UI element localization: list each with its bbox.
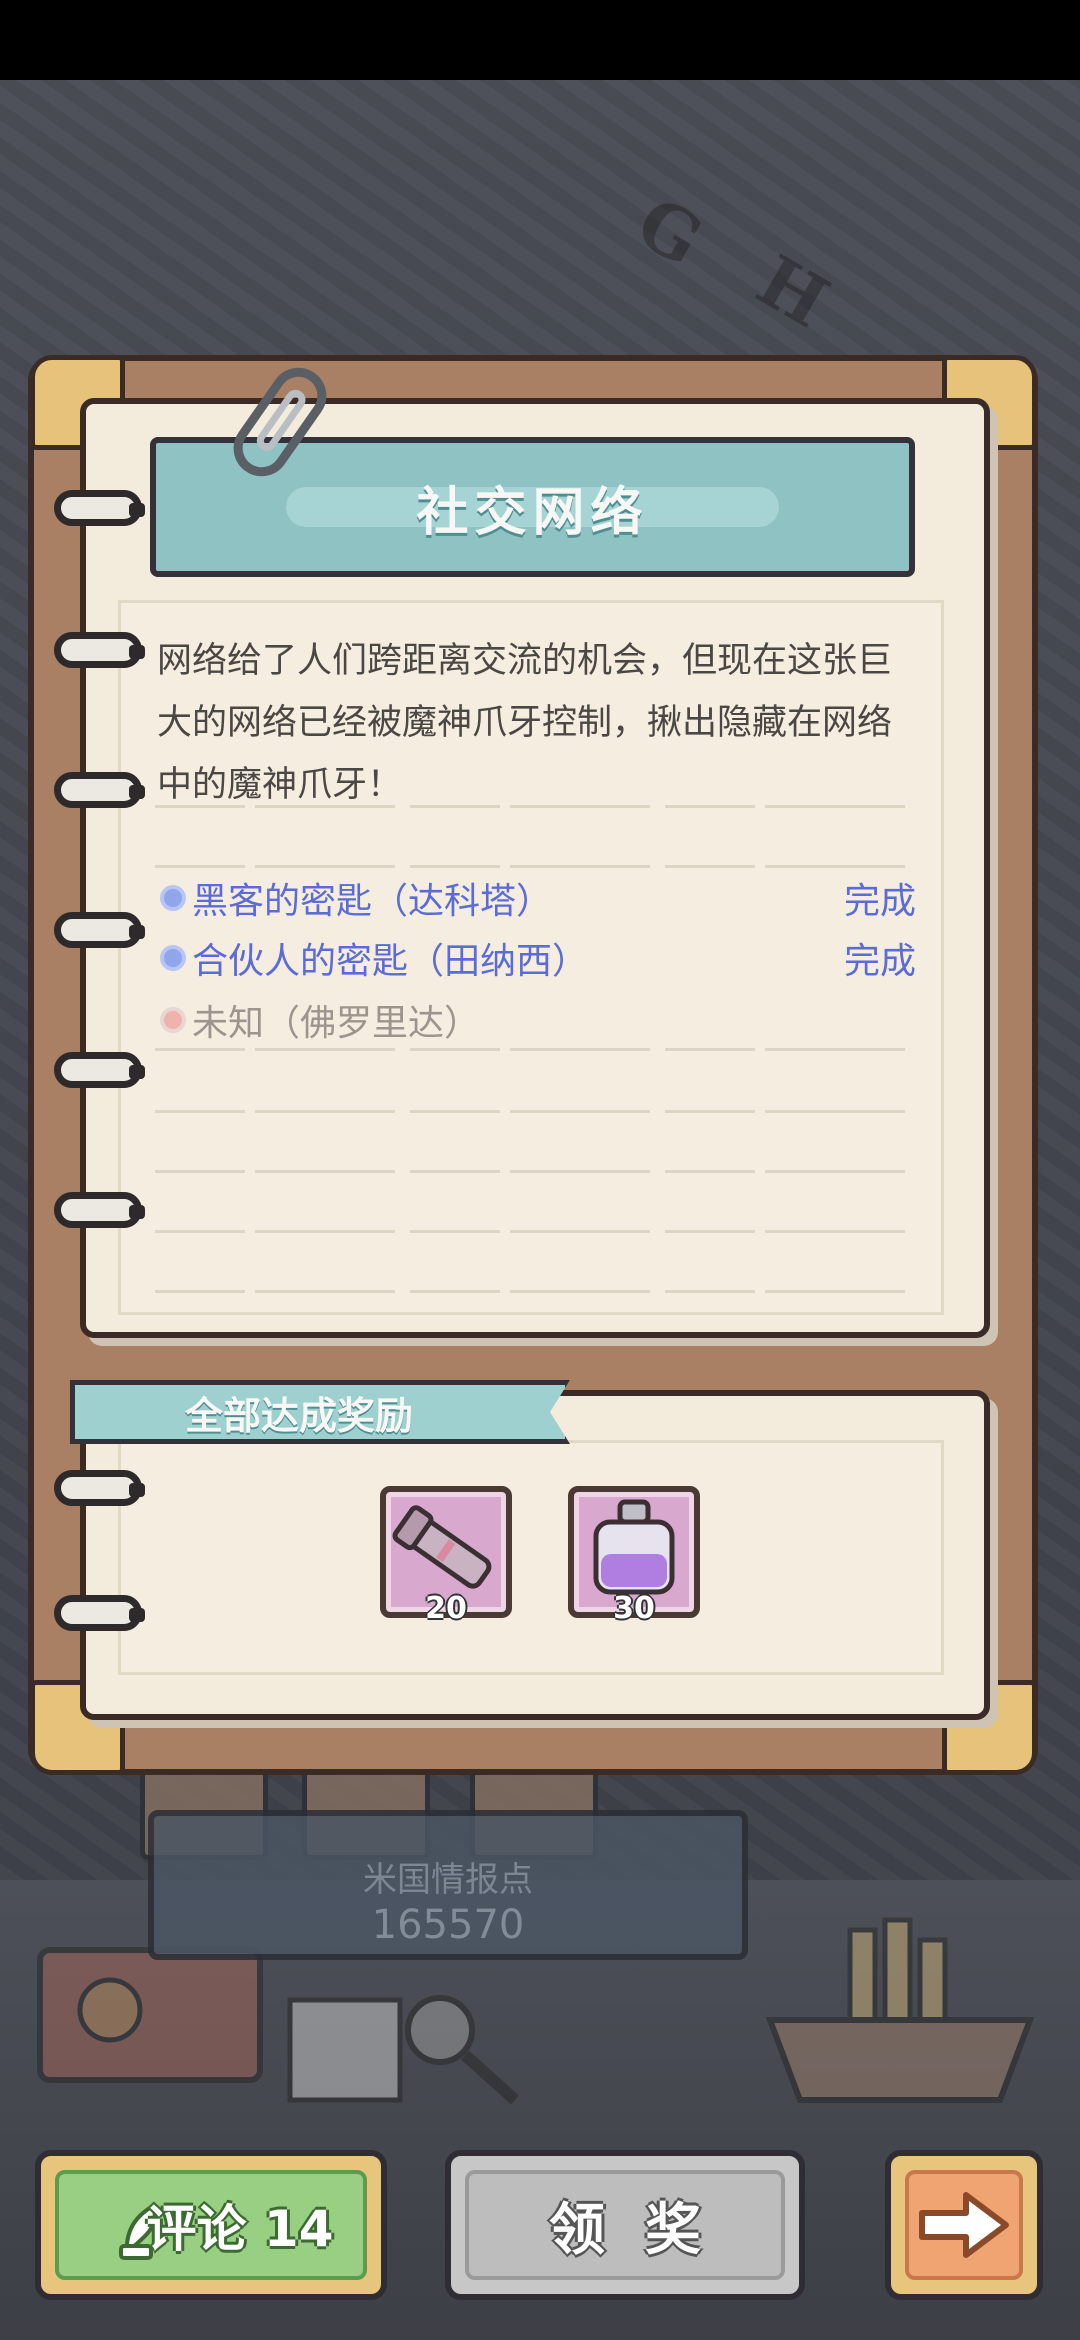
comment-button-label: 评论 14 bbox=[146, 2200, 334, 2258]
binder-ring bbox=[54, 772, 145, 808]
binder-ring bbox=[54, 1052, 145, 1088]
task-status-dot-icon bbox=[160, 885, 186, 911]
task-label: 未知（佛罗里达） bbox=[192, 1003, 481, 1044]
binder-ring bbox=[54, 912, 145, 948]
task-label: 合伙人的密匙（田纳西） bbox=[192, 941, 589, 982]
reward-header: 全部达成奖励 bbox=[185, 1394, 414, 1438]
task-status: 完成 bbox=[843, 941, 916, 982]
ruled-line bbox=[155, 1110, 910, 1113]
next-button[interactable] bbox=[885, 2150, 1043, 2300]
reward-item[interactable]: 20 bbox=[380, 1486, 512, 1626]
claim-button-label: 领奖 bbox=[549, 2197, 741, 2263]
ruled-line bbox=[155, 1230, 910, 1233]
binder-ring bbox=[54, 1470, 145, 1506]
location-name: 米国情报点 bbox=[363, 1860, 533, 1900]
quest-description: 网络给了人们跨距离交流的机会，但现在这张巨大的网络已经被魔神爪牙控制，揪出隐藏在… bbox=[157, 641, 893, 805]
binder-ring bbox=[54, 490, 145, 526]
binder-ring bbox=[54, 632, 145, 668]
reward-area bbox=[118, 1440, 944, 1675]
status-bar bbox=[0, 0, 1080, 80]
task-item[interactable]: 未知（佛罗里达） bbox=[160, 992, 920, 1048]
quest-title: 社交网络 bbox=[416, 482, 649, 543]
arrow-right-icon bbox=[919, 2192, 1009, 2258]
ruled-line bbox=[155, 1170, 910, 1173]
binder-ring bbox=[54, 1595, 145, 1631]
binder-ring bbox=[54, 1192, 145, 1228]
task-item[interactable]: 黑客的密匙（达科塔） 完成 bbox=[160, 870, 920, 926]
task-label: 黑客的密匙（达科塔） bbox=[192, 881, 553, 922]
reward-count: 20 bbox=[425, 1591, 467, 1626]
task-status-dot-icon bbox=[160, 945, 186, 971]
basket-prop-icon bbox=[765, 1917, 1035, 2103]
task-status: 完成 bbox=[843, 881, 916, 922]
comment-button[interactable]: 评论 14 bbox=[35, 2150, 387, 2300]
ruled-line bbox=[155, 1290, 910, 1293]
magnifier-prop-icon bbox=[287, 1995, 520, 2105]
ruled-line bbox=[155, 1048, 910, 1051]
ruled-line bbox=[155, 805, 910, 808]
task-item[interactable]: 合伙人的密匙（田纳西） 完成 bbox=[160, 930, 920, 986]
reward-count: 30 bbox=[613, 1591, 655, 1626]
task-status-dot-icon bbox=[160, 1007, 186, 1033]
claim-reward-button[interactable]: 领奖 bbox=[445, 2150, 805, 2300]
location-value: 165570 bbox=[371, 1902, 525, 1948]
ruled-line bbox=[155, 865, 910, 868]
reward-item[interactable]: 30 bbox=[568, 1486, 700, 1626]
